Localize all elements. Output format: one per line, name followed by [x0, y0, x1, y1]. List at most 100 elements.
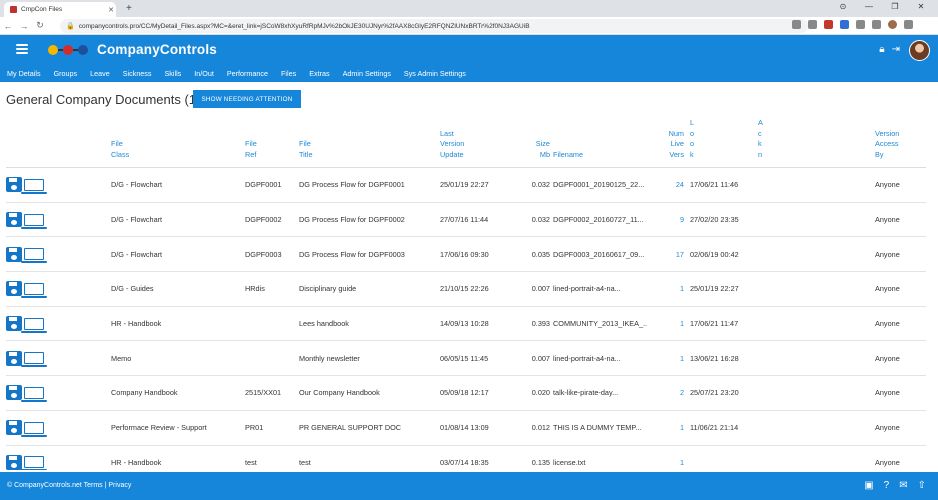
save-icon[interactable]	[6, 281, 22, 297]
documents-table-container[interactable]: File Class File Ref File Title Last Version U…	[0, 118, 938, 470]
minimize-button[interactable]: —	[862, 2, 876, 11]
browser-tab[interactable]: CmpCon Files ✕	[4, 2, 116, 17]
menu-item-my-details[interactable]: My Details	[7, 69, 41, 78]
laptop-icon[interactable]	[21, 248, 47, 264]
table-row[interactable]: D/G - Flowchart DGPF0001 DG Process Flow…	[6, 167, 926, 203]
laptop-icon[interactable]	[21, 421, 47, 437]
company-logo[interactable]	[48, 45, 88, 55]
cell-live-versions-link[interactable]: 1	[647, 340, 687, 377]
menu-item-extras[interactable]: Extras	[309, 69, 329, 78]
forward-icon[interactable]: →	[16, 21, 32, 31]
menu-item-groups[interactable]: Groups	[54, 69, 78, 78]
save-icon[interactable]	[6, 454, 22, 470]
cell-live-versions-link[interactable]: 24	[647, 167, 687, 203]
restore-button[interactable]: ❐	[888, 2, 902, 11]
logout-icon[interactable]: ⇥	[892, 44, 900, 55]
table-row[interactable]: HR - Handbook test test 03/07/14 18:35 0…	[6, 445, 926, 470]
laptop-icon[interactable]	[21, 386, 47, 402]
puzzle-icon[interactable]	[872, 20, 881, 29]
menu-item-leave[interactable]: Leave	[90, 69, 110, 78]
menu-item-admin-settings[interactable]: Admin Settings	[343, 69, 391, 78]
menu-item-sys-admin-settings[interactable]: Sys Admin Settings	[404, 69, 466, 78]
table-row[interactable]: Company Handbook 2515/XX01 Our Company H…	[6, 375, 926, 411]
cell-look: 25/07/21 23:20	[687, 375, 800, 411]
col-version-access-by[interactable]: Version Access By	[875, 118, 926, 168]
cell-file-ref	[245, 306, 299, 342]
save-icon[interactable]	[6, 350, 22, 366]
table-row[interactable]: D/G - Flowchart DGPF0002 DG Process Flow…	[6, 202, 926, 238]
cell-filename: DGPF0003_20160617_09...	[553, 236, 647, 273]
cell-file-class: D/G - Flowchart	[111, 236, 245, 273]
feedback-icon[interactable]: ▣	[864, 480, 873, 491]
help-icon[interactable]: ?	[884, 480, 890, 491]
scroll-top-icon[interactable]: ⇧	[918, 480, 926, 491]
brand-name[interactable]: CompanyControls	[97, 42, 217, 57]
col-file-title[interactable]: File Title	[299, 118, 440, 168]
cell-live-versions-link[interactable]: 1	[647, 306, 687, 342]
avatar[interactable]	[909, 40, 930, 61]
cell-live-versions-link[interactable]: 17	[647, 236, 687, 273]
cell-spacer	[800, 236, 875, 273]
reload-icon[interactable]: ↻	[32, 20, 48, 31]
menu-item-files[interactable]: Files	[281, 69, 296, 78]
tab-close-icon[interactable]: ✕	[106, 6, 116, 14]
cell-live-versions-link[interactable]: 2	[647, 375, 687, 411]
menu-item-sickness[interactable]: Sickness	[123, 69, 152, 78]
cell-live-versions-link[interactable]: 9	[647, 202, 687, 238]
table-row[interactable]: Memo Monthly newsletter 06/05/15 11:45 0…	[6, 340, 926, 377]
extension-icon[interactable]	[792, 20, 801, 29]
back-icon[interactable]: ←	[0, 21, 16, 31]
col-ack[interactable]: Ackn	[702, 118, 800, 168]
cell-live-versions-link[interactable]: 1	[647, 445, 687, 470]
show-needing-attention-button[interactable]: SHOW NEEDING ATTENTION	[193, 90, 301, 108]
menu-item-skills[interactable]: Skills	[165, 69, 182, 78]
extension-icon[interactable]	[808, 20, 817, 29]
laptop-icon[interactable]	[21, 456, 47, 470]
laptop-icon[interactable]	[21, 178, 47, 194]
table-row[interactable]: HR - Handbook Lees handbook 14/09/13 10:…	[6, 306, 926, 342]
address-bar[interactable]: 🔒 companycontrols.pro/CC/MyDetail_Files.…	[60, 19, 808, 33]
extension-icon[interactable]	[856, 20, 865, 29]
table-row[interactable]: D/G - Flowchart DGPF0003 DG Process Flow…	[6, 236, 926, 273]
table-row[interactable]: Performace Review - Support PR01 PR GENE…	[6, 410, 926, 446]
cell-file-ref: HRdis	[245, 271, 299, 307]
lock-icon[interactable]: 🔒︎	[879, 44, 884, 55]
col-look[interactable]: Look	[687, 118, 702, 168]
col-file-class[interactable]: File Class	[111, 118, 245, 168]
col-size[interactable]: Size Mb	[512, 118, 553, 168]
profile-indicator-icon[interactable]: ⊙	[836, 2, 850, 11]
table-row[interactable]: D/G - Guides HRdis Disciplinary guide 21…	[6, 271, 926, 307]
cell-live-versions-link[interactable]: 1	[647, 271, 687, 307]
save-icon[interactable]	[6, 420, 22, 436]
laptop-icon[interactable]	[21, 317, 47, 333]
save-icon[interactable]	[6, 212, 22, 228]
laptop-icon[interactable]	[21, 282, 47, 298]
laptop-icon[interactable]	[21, 213, 47, 229]
extension-icon[interactable]	[824, 20, 833, 29]
laptop-icon[interactable]	[21, 352, 47, 368]
close-window-button[interactable]: ✕	[914, 2, 928, 11]
kebab-menu-icon[interactable]	[904, 20, 913, 29]
new-tab-button[interactable]: +	[126, 3, 132, 14]
browser-profile-icon[interactable]	[888, 20, 897, 29]
menu-item-in-out[interactable]: In/Out	[194, 69, 214, 78]
cell-file-ref: PR01	[245, 410, 299, 446]
col-last-version-update[interactable]: Last Version Update	[440, 118, 512, 168]
save-icon[interactable]	[6, 177, 22, 193]
extension-icon[interactable]	[840, 20, 849, 29]
save-icon[interactable]	[6, 246, 22, 262]
row-actions	[6, 202, 111, 238]
mail-icon[interactable]: ✉	[899, 480, 907, 491]
cell-file-title: Monthly newsletter	[299, 340, 440, 377]
menu-item-performance[interactable]: Performance	[227, 69, 268, 78]
save-icon[interactable]	[6, 316, 22, 332]
col-filename[interactable]: Filename	[553, 118, 647, 168]
col-file-ref[interactable]: File Ref	[245, 118, 299, 168]
cell-live-versions-link[interactable]: 1	[647, 410, 687, 446]
cell-file-class: HR - Handbook	[111, 445, 245, 470]
hamburger-menu-icon[interactable]	[16, 44, 28, 54]
cell-access: Anyone	[875, 375, 926, 411]
save-icon[interactable]	[6, 385, 22, 401]
col-num-live-vers[interactable]: Num Live Vers	[647, 118, 687, 168]
footer-links[interactable]: © CompanyControls.net Terms | Privacy	[7, 482, 131, 489]
